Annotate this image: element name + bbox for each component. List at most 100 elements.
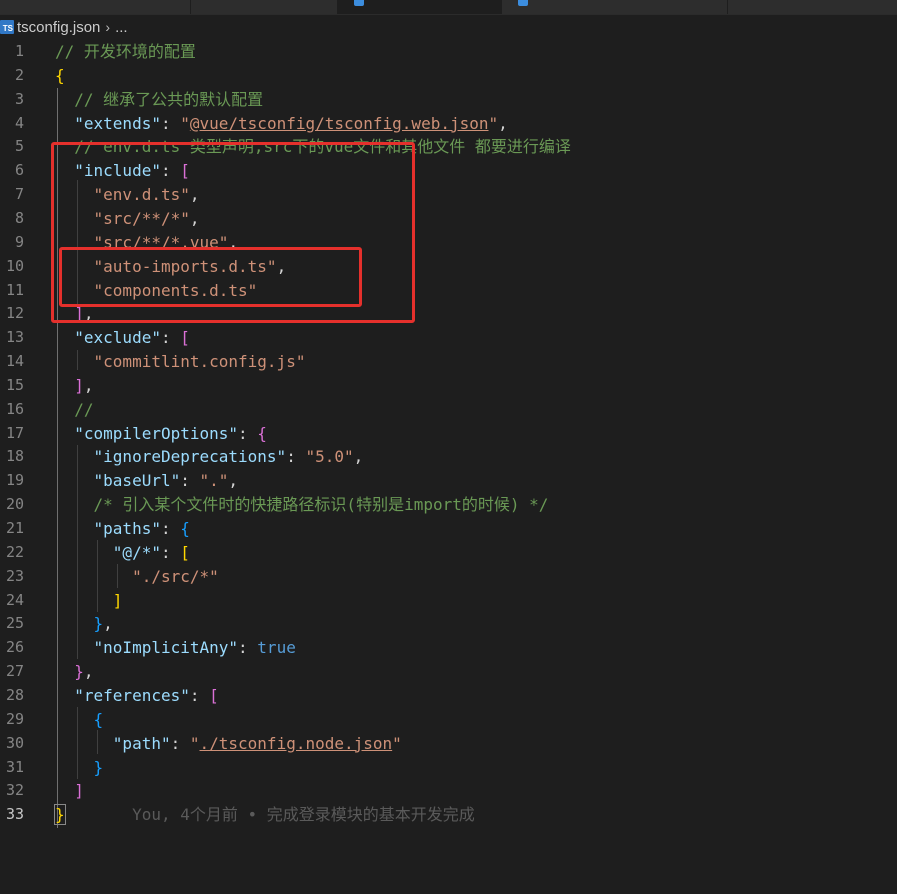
editor-tab[interactable]	[0, 0, 191, 14]
code-line[interactable]: 32 ]	[0, 779, 897, 803]
key-token: "@/*"	[112, 542, 161, 562]
code-line[interactable]: 31 }	[0, 756, 897, 780]
code-line[interactable]: 33 } You, 4个月前 • 完成登录模块的基本开发完成	[0, 803, 897, 827]
line-number: 16	[5, 399, 24, 418]
punctuation-token: :	[238, 423, 258, 443]
key-token: "noImplicitAny"	[93, 638, 239, 658]
chevron-right-icon: ›	[105, 19, 111, 35]
bracket-token: ]	[74, 781, 84, 801]
code-text: },	[55, 612, 113, 636]
bracket-token: {	[55, 65, 65, 85]
key-token: "paths"	[93, 519, 161, 538]
line-number: 3	[14, 89, 24, 108]
breadcrumb: TS tsconfig.json › ...	[0, 16, 897, 38]
code-line[interactable]: 2{	[0, 64, 897, 88]
string-token: "	[392, 733, 402, 753]
line-number: 19	[5, 471, 24, 490]
code-text: } You, 4个月前 • 完成登录模块的基本开发完成	[54, 803, 475, 827]
key-token: "path"	[112, 733, 171, 753]
code-line[interactable]: 27 },	[0, 660, 897, 684]
line-number: 1	[14, 42, 24, 60]
code-text: // 开发环境的配置	[55, 40, 196, 64]
file-icon	[354, 0, 364, 6]
line-number: 33	[5, 805, 24, 824]
key-token: "references"	[74, 685, 190, 705]
punctuation-token	[55, 114, 74, 133]
punctuation-token	[55, 781, 74, 800]
punctuation-token: ,	[498, 113, 508, 133]
editor-tab[interactable]	[728, 0, 897, 14]
code-text: "compilerOptions": {	[55, 422, 267, 446]
comment-token: //	[55, 399, 94, 419]
comment-token: // 开发环境的配置	[55, 42, 196, 61]
line-number: 9	[14, 232, 24, 251]
punctuation-token: :	[180, 471, 200, 491]
code-text: // 继承了公共的默认配置	[55, 88, 263, 112]
line-number: 18	[5, 447, 24, 466]
code-line[interactable]: 26 "noImplicitAny": true	[0, 636, 897, 660]
editor-tab[interactable]	[191, 0, 338, 14]
code-line[interactable]: 25 },	[0, 612, 897, 636]
punctuation-token	[55, 543, 113, 562]
code-text: ],	[55, 374, 93, 398]
line-number: 26	[5, 638, 24, 657]
punctuation-token: :	[189, 685, 210, 705]
string-token: "."	[199, 471, 229, 491]
code-text: "baseUrl": ".",	[55, 469, 239, 493]
code-line[interactable]: 21 "paths": {	[0, 517, 897, 541]
punctuation-token: ,	[103, 614, 113, 634]
editor-tab[interactable]	[502, 0, 728, 14]
bracket-token: }	[93, 757, 104, 777]
code-line[interactable]: 22 "@/*": [	[0, 541, 897, 565]
line-number: 14	[5, 352, 24, 371]
punctuation-token	[55, 638, 94, 657]
punctuation-token	[55, 471, 94, 490]
punctuation-token	[55, 424, 74, 443]
string-token: "	[488, 113, 499, 133]
code-line[interactable]: 14 "commitlint.config.js"	[0, 350, 897, 374]
key-token: "exclude"	[74, 328, 161, 348]
punctuation-token	[55, 447, 94, 466]
editor-tab-bar	[0, 0, 897, 15]
line-number: 17	[5, 423, 24, 442]
code-text: "@/*": [	[55, 541, 190, 565]
code-line[interactable]: 13 "exclude": [	[0, 326, 897, 350]
punctuation-token	[55, 734, 113, 753]
code-line[interactable]: 1 // 开发环境的配置	[0, 40, 897, 64]
editor-tab-active[interactable]	[338, 0, 502, 14]
line-number: 8	[14, 208, 24, 227]
punctuation-token: :	[160, 328, 181, 348]
code-line[interactable]: 4 "extends": "@vue/tsconfig/tsconfig.web…	[0, 112, 897, 136]
code-line[interactable]: 3 // 继承了公共的默认配置	[0, 88, 897, 112]
code-line[interactable]: 17 "compilerOptions": {	[0, 422, 897, 446]
punctuation-token: :	[160, 519, 181, 538]
code-text: "noImplicitAny": true	[55, 636, 296, 660]
line-number: 20	[5, 495, 24, 514]
punctuation-token: :	[238, 638, 258, 658]
code-line[interactable]: 16 //	[0, 398, 897, 422]
punctuation-token: ,	[353, 447, 364, 467]
code-line[interactable]: 24 ]	[0, 589, 897, 613]
line-number: 31	[5, 757, 24, 776]
code-line[interactable]: 20 /* 引入某个文件时的快捷路径标识(特别是import的时候) */	[0, 493, 897, 517]
code-line[interactable]: 29 {	[0, 708, 897, 732]
breadcrumb-file[interactable]: tsconfig.json	[17, 19, 100, 36]
code-line[interactable]: 18 "ignoreDeprecations": "5.0",	[0, 445, 897, 469]
string-token: "	[180, 113, 190, 133]
code-line[interactable]: 30 "path": "./tsconfig.node.json"	[0, 732, 897, 756]
breadcrumb-symbols[interactable]: ...	[115, 19, 128, 36]
git-blame-annotation: You, 4个月前 • 完成登录模块的基本开发完成	[64, 805, 475, 825]
key-token: "baseUrl"	[93, 471, 181, 491]
code-line[interactable]: 19 "baseUrl": ".",	[0, 469, 897, 493]
line-number: 24	[5, 590, 24, 609]
code-line[interactable]: 15 ],	[0, 374, 897, 398]
code-line[interactable]: 28 "references": [	[0, 684, 897, 708]
key-token: "extends"	[74, 113, 161, 133]
code-text: {	[55, 64, 65, 88]
line-number: 15	[5, 375, 24, 394]
code-text: "references": [	[55, 684, 219, 708]
line-number: 30	[5, 733, 24, 752]
line-number: 29	[5, 709, 24, 728]
code-text: },	[55, 660, 93, 684]
code-line[interactable]: 23 "./src/*"	[0, 565, 897, 589]
